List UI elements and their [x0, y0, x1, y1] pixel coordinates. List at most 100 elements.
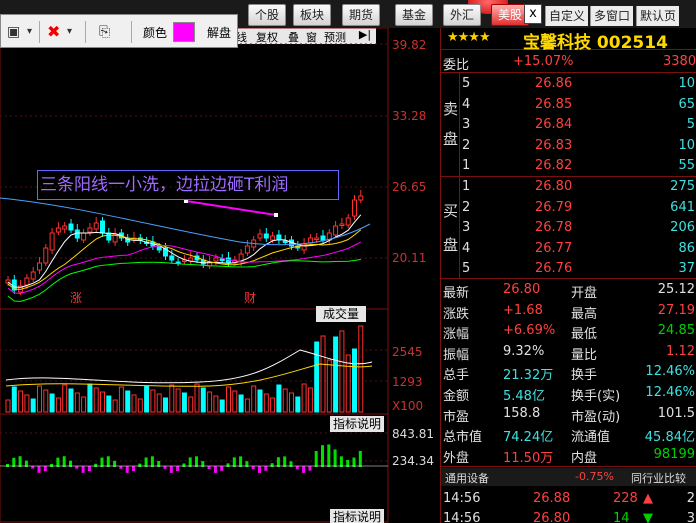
- volume-bar: [263, 393, 269, 413]
- buy-level-row[interactable]: 2 26.79 641: [441, 198, 696, 218]
- stat-row[interactable]: 金额 5.48亿 换手(实) 12.46%: [441, 383, 696, 404]
- volume-bar: [314, 341, 320, 413]
- color-swatch[interactable]: [173, 22, 195, 42]
- tick-row[interactable]: 14:56 26.80 14 3 ▼: [441, 509, 696, 523]
- volume-bar: [49, 393, 55, 413]
- stat-row[interactable]: 市盈 158.8 市盈(动) 101.5: [441, 404, 696, 425]
- indicator-bar: [358, 450, 362, 467]
- indicator-bar: [106, 456, 110, 467]
- delete-icon[interactable]: ✖: [47, 23, 60, 41]
- event-marker[interactable]: 涨: [70, 289, 82, 306]
- divider: [441, 72, 696, 73]
- candle-body: [257, 233, 263, 239]
- rect-tool-icon[interactable]: ▣: [7, 23, 20, 41]
- chevron-down-icon[interactable]: ▾: [67, 23, 72, 41]
- arrow-up-icon: ▲: [643, 491, 653, 506]
- tick-extra: 2: [686, 491, 695, 506]
- volume-bar: [219, 399, 225, 413]
- indicator-bar: [352, 457, 356, 467]
- indicator-bar: [283, 456, 287, 467]
- candle-body: [106, 232, 112, 241]
- sell-level-row[interactable]: 5 26.86 10: [441, 74, 696, 94]
- close-icon[interactable]: x: [524, 4, 542, 24]
- indicator-bar: [213, 466, 217, 473]
- order-ratio-row: 委比 +15.07% 3380: [441, 52, 696, 73]
- chevron-down-icon[interactable]: ▾: [27, 23, 32, 41]
- volume-bar: [251, 385, 257, 413]
- chart-annotation[interactable]: 三条阳线一小洗，边拉边砸T利润: [37, 170, 339, 200]
- kline-chart[interactable]: 39.82 33.28 26.65 20.11 成交量 2545 1293 X1…: [0, 28, 440, 523]
- stat-row[interactable]: 涨幅 +6.69% 最低 24.85: [441, 321, 696, 343]
- trendline-handle: [274, 213, 278, 217]
- price-axis-label: 26.65: [392, 180, 427, 194]
- volume-bar: [118, 386, 124, 413]
- volume-bar: [276, 384, 282, 413]
- stat-row[interactable]: 振幅 9.32% 量比 1.12: [441, 342, 696, 363]
- order-ratio-label: 委比: [443, 58, 470, 73]
- tab-sector-link[interactable]: 通用设备: [445, 470, 489, 486]
- indicator-bar: [195, 456, 198, 467]
- indicator-help-button[interactable]: 指标说明: [330, 509, 384, 523]
- tab-futures[interactable]: 期货: [342, 4, 380, 26]
- indicator-bar: [138, 463, 142, 467]
- multi-window-button[interactable]: 多窗口: [590, 6, 634, 26]
- stat-label: 市盈: [443, 409, 470, 425]
- stat-row[interactable]: 外盘 11.50万 内盘 98199: [441, 445, 696, 466]
- level-price: 26.85: [535, 96, 573, 112]
- volume-bar: [295, 396, 301, 413]
- stat-label: 开盘: [571, 286, 598, 301]
- stat-row[interactable]: 涨跌 +1.68 最高 27.19: [441, 301, 696, 322]
- level-price: 26.86: [535, 76, 573, 91]
- level-price: 26.78: [535, 220, 573, 235]
- sell-level-row[interactable]: 1 26.82 55: [441, 156, 696, 176]
- event-marker[interactable]: 财: [244, 289, 256, 306]
- indicator-bar: [207, 466, 211, 470]
- divider: [441, 466, 696, 467]
- sell-level-row[interactable]: 2 26.83 10: [441, 136, 696, 156]
- volume-bar: [62, 384, 68, 413]
- level-price: 26.84: [535, 117, 573, 132]
- tick-row[interactable]: 14:56 26.88 228 2 ▲: [441, 489, 696, 509]
- unlock-button[interactable]: 解盘: [207, 24, 231, 41]
- copy-icon[interactable]: ⎘: [99, 23, 110, 41]
- volume-bar: [175, 388, 181, 413]
- volume-bar: [289, 392, 294, 413]
- indicator-bar: [37, 466, 41, 473]
- tab-stock[interactable]: 个股: [248, 4, 286, 26]
- indicator-help-button[interactable]: 指标说明: [330, 416, 384, 432]
- tab-forex[interactable]: 外汇: [443, 4, 481, 26]
- stat-value: 12.46%: [645, 385, 695, 400]
- sell-level-row[interactable]: 4 26.85 65: [441, 95, 696, 115]
- level-price: 26.80: [535, 179, 573, 194]
- stat-row[interactable]: 总市值 74.24亿 流通值 45.84亿: [441, 424, 696, 445]
- drawing-toolbar: ▣ ▾ ✖ ▾ ⎘ 颜色 解盘: [0, 14, 238, 48]
- candle-body: [345, 217, 351, 226]
- indicator-bar: [264, 466, 268, 471]
- stat-label: 振幅: [443, 347, 470, 363]
- default-page-button[interactable]: 默认页: [636, 6, 680, 26]
- tab-peer-compare[interactable]: 同行业比较: [631, 470, 686, 486]
- order-diff-value: 3380: [663, 54, 696, 69]
- indicator-bar: [132, 466, 135, 472]
- indicator-bar: [18, 456, 22, 467]
- indicator-bar: [56, 457, 60, 467]
- stat-label: 最低: [571, 327, 598, 343]
- buy-level-row[interactable]: 1 26.80 275: [441, 177, 696, 197]
- volume-bar: [207, 391, 213, 413]
- custom-button[interactable]: 自定义: [545, 6, 589, 26]
- sell-level-row[interactable]: 3 26.84 5: [441, 115, 696, 135]
- indicator-bar: [182, 463, 186, 467]
- tick-price: 26.80: [533, 511, 571, 523]
- stat-row[interactable]: 总手 21.32万 换手 12.46%: [441, 362, 696, 383]
- indicator-bar: [87, 466, 91, 472]
- buy-level-row[interactable]: 5 26.76 37: [441, 259, 696, 279]
- tab-sector[interactable]: 板块: [293, 4, 331, 26]
- indicator-bar: [81, 466, 85, 473]
- indicator-bar: [163, 466, 167, 469]
- tick-volume: 228: [613, 491, 638, 506]
- tab-funds[interactable]: 基金: [395, 4, 433, 26]
- volume-title[interactable]: 成交量: [316, 306, 366, 322]
- buy-level-row[interactable]: 3 26.78 206: [441, 218, 696, 238]
- buy-level-row[interactable]: 4 26.77 86: [441, 239, 696, 259]
- stat-row[interactable]: 最新 26.80 开盘 25.12: [441, 280, 696, 301]
